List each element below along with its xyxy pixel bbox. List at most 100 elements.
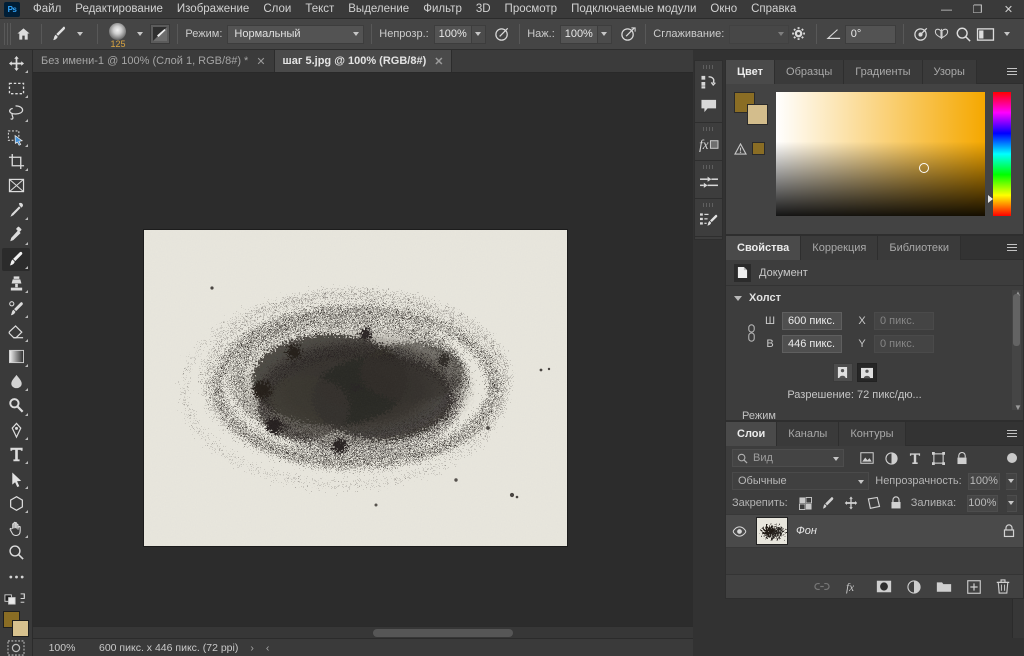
home-icon[interactable]	[14, 23, 35, 45]
hand-tool[interactable]	[2, 516, 30, 539]
menu-3d[interactable]: 3D	[469, 0, 498, 19]
comments-icon[interactable]	[696, 94, 721, 118]
color-field-picker[interactable]	[776, 92, 985, 216]
panel-menu-icon[interactable]	[1007, 244, 1017, 252]
dock-grip[interactable]	[702, 65, 715, 69]
menu-file[interactable]: Файл	[26, 0, 68, 19]
brush-tool-icon[interactable]	[49, 23, 70, 45]
tab-swatches[interactable]: Образцы	[775, 60, 845, 84]
height-input[interactable]: 446 пикс.	[782, 335, 842, 353]
path-selection-tool[interactable]	[2, 467, 30, 490]
layer-fill-input[interactable]: 100%	[967, 494, 998, 512]
healing-brush-tool[interactable]	[2, 223, 30, 246]
status-collapse-icon[interactable]: ‹	[266, 642, 270, 654]
color-picker-ring[interactable]	[919, 163, 929, 173]
width-input[interactable]: 600 пикс.	[782, 312, 842, 330]
brush-preset-dropdown[interactable]	[129, 23, 150, 45]
menu-text[interactable]: Текст	[298, 0, 341, 19]
link-layers-icon[interactable]	[814, 581, 830, 592]
airbrush-icon[interactable]	[618, 23, 639, 45]
search-icon[interactable]	[952, 23, 974, 45]
layer-name[interactable]: Фон	[796, 525, 817, 537]
workspace-dropdown[interactable]	[996, 23, 1018, 45]
eraser-tool[interactable]	[2, 321, 30, 344]
clone-stamp-tool[interactable]	[2, 272, 30, 295]
tab-gradients[interactable]: Градиенты	[844, 60, 923, 84]
menu-image[interactable]: Изображение	[170, 0, 256, 19]
properties-scrollbar[interactable]: ▲ ▼	[1012, 289, 1022, 412]
gamut-warning-row[interactable]	[734, 142, 776, 155]
filter-shape-icon[interactable]	[932, 451, 945, 465]
quick-selection-tool[interactable]	[2, 125, 30, 148]
tab-layers[interactable]: Слои	[726, 422, 778, 446]
restore-button[interactable]: ❐	[962, 0, 993, 19]
zoom-tool[interactable]	[2, 541, 30, 564]
eyedropper-tool[interactable]	[2, 199, 30, 222]
pressure-size-icon[interactable]	[911, 23, 932, 45]
x-input[interactable]: 0 пикс.	[874, 312, 934, 330]
brush-tool[interactable]	[2, 247, 30, 271]
brush-preset-preview[interactable]: 125	[105, 21, 129, 49]
lock-artboard-icon[interactable]	[867, 496, 881, 510]
tab-color[interactable]: Цвет	[726, 60, 776, 84]
lock-icon[interactable]	[1003, 524, 1015, 538]
new-layer-icon[interactable]	[967, 579, 981, 594]
brush-tool-dropdown[interactable]	[70, 23, 91, 45]
menu-plugins[interactable]: Подключаемые модули	[564, 0, 703, 19]
opacity-input[interactable]: 100%	[433, 24, 472, 44]
status-expand-icon[interactable]: ›	[250, 642, 254, 654]
hue-slider[interactable]	[988, 92, 1011, 216]
brush-settings-icon[interactable]	[696, 208, 721, 232]
shape-tool[interactable]	[2, 492, 30, 515]
layer-opacity-input[interactable]: 100%	[967, 472, 1000, 490]
default-and-swap-colors[interactable]	[2, 590, 30, 608]
scroll-down-icon[interactable]: ▼	[1014, 403, 1022, 412]
dock-grip[interactable]	[702, 203, 715, 207]
type-tool[interactable]	[2, 443, 30, 466]
menu-view[interactable]: Просмотр	[498, 0, 565, 19]
y-input[interactable]: 0 пикс.	[874, 335, 934, 353]
scroll-thumb[interactable]	[1013, 294, 1020, 346]
layer-row-background[interactable]: Фон	[726, 514, 1023, 548]
blend-mode-select[interactable]: Нормальный	[227, 24, 365, 44]
smoothing-input[interactable]	[729, 24, 789, 44]
frame-tool[interactable]	[2, 174, 30, 197]
minimize-button[interactable]: —	[931, 0, 962, 19]
background-color-swatch[interactable]	[12, 619, 29, 637]
delete-layer-icon[interactable]	[996, 579, 1010, 594]
background-color-swatch[interactable]	[747, 104, 768, 125]
flow-input[interactable]: 100%	[559, 24, 598, 44]
dodge-tool[interactable]	[2, 394, 30, 417]
rectangular-marquee-tool[interactable]	[2, 76, 30, 99]
filter-pixel-icon[interactable]	[860, 452, 874, 464]
filter-type-icon[interactable]	[909, 452, 921, 465]
gear-icon[interactable]	[789, 23, 810, 45]
tab-properties[interactable]: Свойства	[726, 236, 802, 260]
eye-icon[interactable]	[730, 525, 748, 537]
lasso-tool[interactable]	[2, 101, 30, 124]
menu-help[interactable]: Справка	[744, 0, 803, 19]
pen-tool[interactable]	[2, 419, 30, 442]
document-tab-step5[interactable]: шаг 5.jpg @ 100% (RGB/8#) ✕	[274, 50, 453, 72]
history-icon[interactable]	[696, 70, 721, 94]
move-tool[interactable]	[2, 52, 30, 75]
more-tools-ellipsis-icon[interactable]	[2, 565, 30, 588]
tab-patterns[interactable]: Узоры	[922, 60, 977, 84]
brush-preset-icon[interactable]	[149, 24, 171, 44]
layer-thumbnail[interactable]	[756, 517, 788, 545]
link-dimensions-icon[interactable]	[738, 323, 764, 343]
crop-tool[interactable]	[2, 150, 30, 173]
artboard[interactable]	[144, 230, 567, 546]
color-swatches[interactable]	[1, 610, 31, 637]
lock-position-icon[interactable]	[844, 496, 858, 510]
gamut-substitute-swatch[interactable]	[752, 142, 765, 155]
landscape-orientation-button[interactable]	[856, 363, 877, 382]
panel-menu-icon[interactable]	[1007, 430, 1017, 438]
filter-toggle-switch[interactable]	[1007, 453, 1017, 463]
close-button[interactable]: ✕	[993, 0, 1024, 19]
layer-filter-select[interactable]: Вид	[732, 449, 844, 467]
workspace-switcher-icon[interactable]	[974, 23, 996, 45]
close-icon[interactable]: ✕	[434, 55, 443, 68]
panel-menu-icon[interactable]	[1007, 68, 1017, 76]
tab-paths[interactable]: Контуры	[839, 422, 906, 446]
